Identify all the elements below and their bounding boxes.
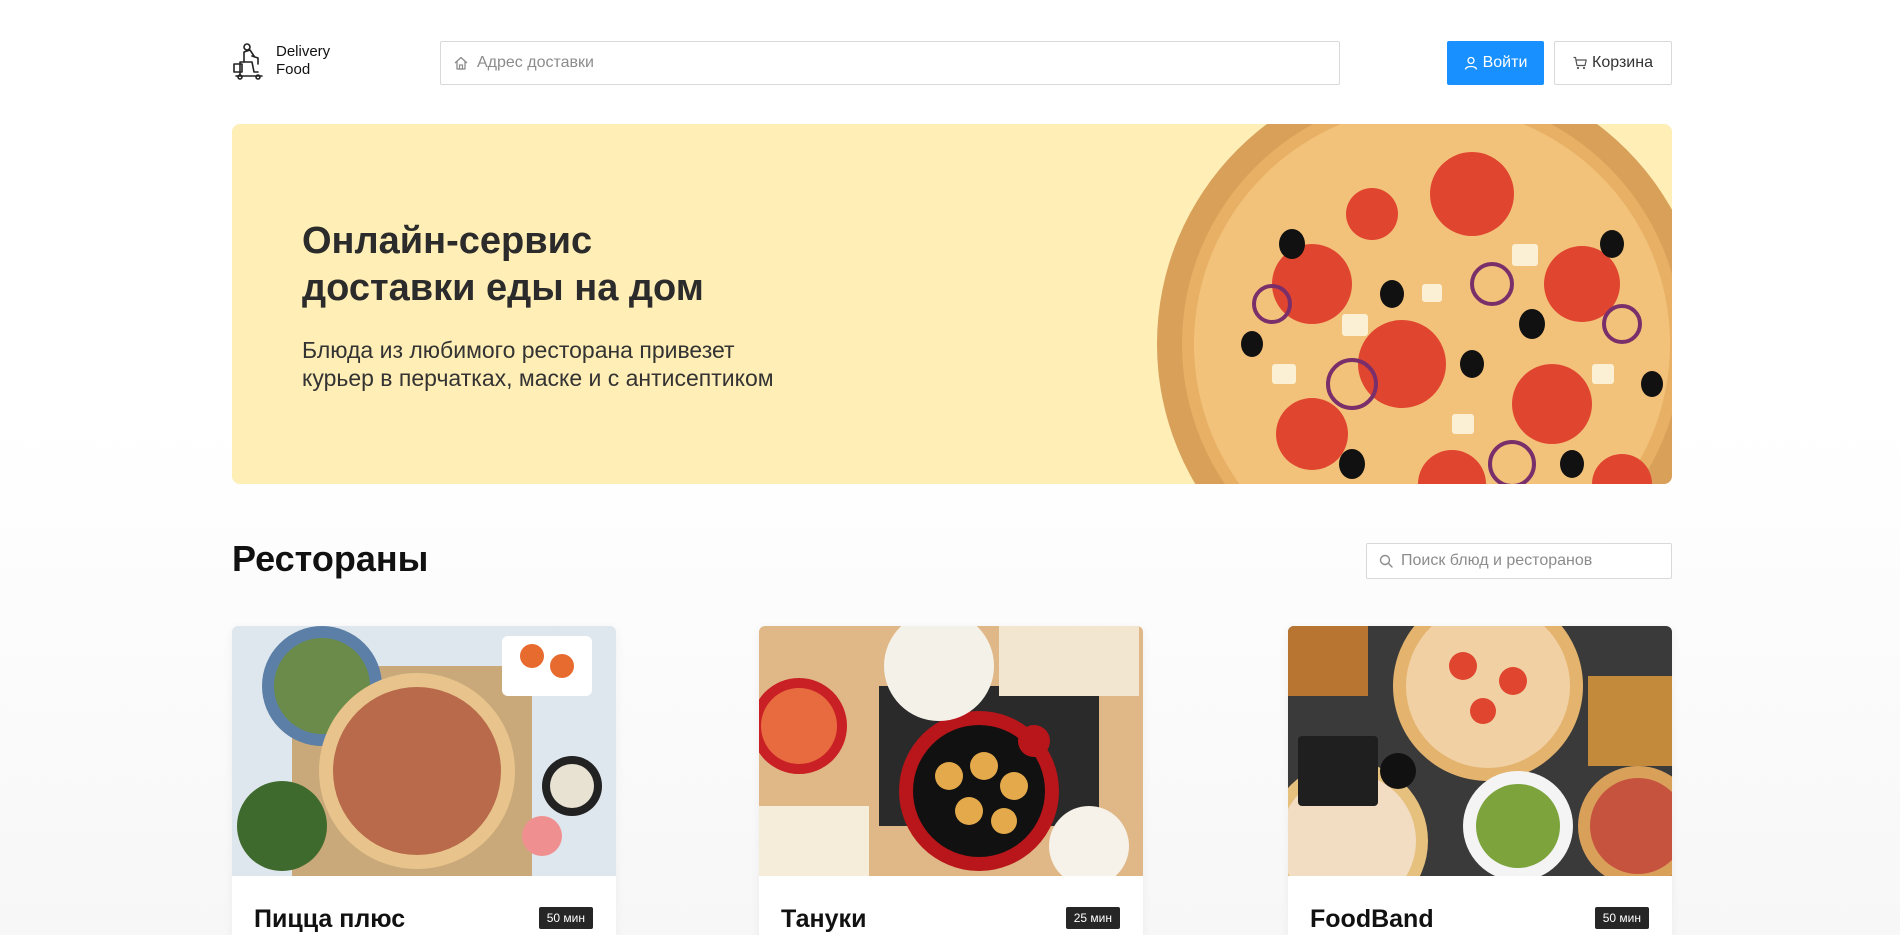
pizza-image xyxy=(1157,124,1672,484)
user-icon xyxy=(1464,56,1477,70)
logo[interactable]: Delivery Food xyxy=(232,42,330,80)
delivery-time-badge: 50 мин xyxy=(538,907,593,929)
login-button[interactable]: Войти xyxy=(1447,41,1544,85)
logo-icon xyxy=(233,43,263,80)
delivery-time-badge: 25 мин xyxy=(1065,907,1120,929)
search-icon xyxy=(1379,554,1393,568)
promo-title-line2: доставки еды на дом xyxy=(302,267,704,309)
logo-line1: Delivery xyxy=(276,43,331,60)
restaurant-image xyxy=(232,626,616,876)
restaurants-title: Рестораны xyxy=(232,538,429,579)
restaurant-cards: Пицца плюс 50 мин Тануки 25 мин FoodBand… xyxy=(232,626,1672,935)
promo-title: Онлайн-сервис доставки еды на дом xyxy=(302,218,902,312)
promo-title-line1: Онлайн-сервис xyxy=(302,220,593,262)
restaurant-name: Пицца плюс xyxy=(254,905,406,933)
promo-text: Блюда из любимого ресторана привезет кур… xyxy=(302,336,902,392)
login-label: Войти xyxy=(1482,54,1528,71)
home-icon xyxy=(454,56,468,70)
restaurant-name: Тануки xyxy=(781,905,867,933)
restaurant-image xyxy=(759,626,1143,876)
restaurant-image xyxy=(1288,626,1672,876)
promo-text-line2: курьер в перчатках, маске и с антисептик… xyxy=(302,365,774,391)
search-input[interactable] xyxy=(1401,552,1671,570)
delivery-time-badge: 50 мин xyxy=(1594,907,1649,929)
promo-text-line1: Блюда из любимого ресторана привезет xyxy=(302,337,735,363)
address-input[interactable] xyxy=(477,54,1339,72)
cart-icon xyxy=(1573,56,1587,70)
search-field[interactable] xyxy=(1366,543,1672,579)
restaurant-name: FoodBand xyxy=(1310,905,1434,933)
cart-label: Корзина xyxy=(1592,54,1653,71)
restaurant-card[interactable]: Пицца плюс 50 мин xyxy=(232,626,616,935)
restaurant-card[interactable]: FoodBand 50 мин xyxy=(1288,626,1672,935)
logo-line2: Food xyxy=(276,61,311,78)
address-field[interactable] xyxy=(440,41,1340,85)
header: Delivery Food Войти Корзина xyxy=(232,0,1672,124)
restaurant-card[interactable]: Тануки 25 мин xyxy=(759,626,1143,935)
restaurants-header: Рестораны xyxy=(232,530,1672,590)
promo-banner: Онлайн-сервис доставки еды на дом Блюда … xyxy=(232,124,1672,484)
cart-button[interactable]: Корзина xyxy=(1554,41,1672,85)
